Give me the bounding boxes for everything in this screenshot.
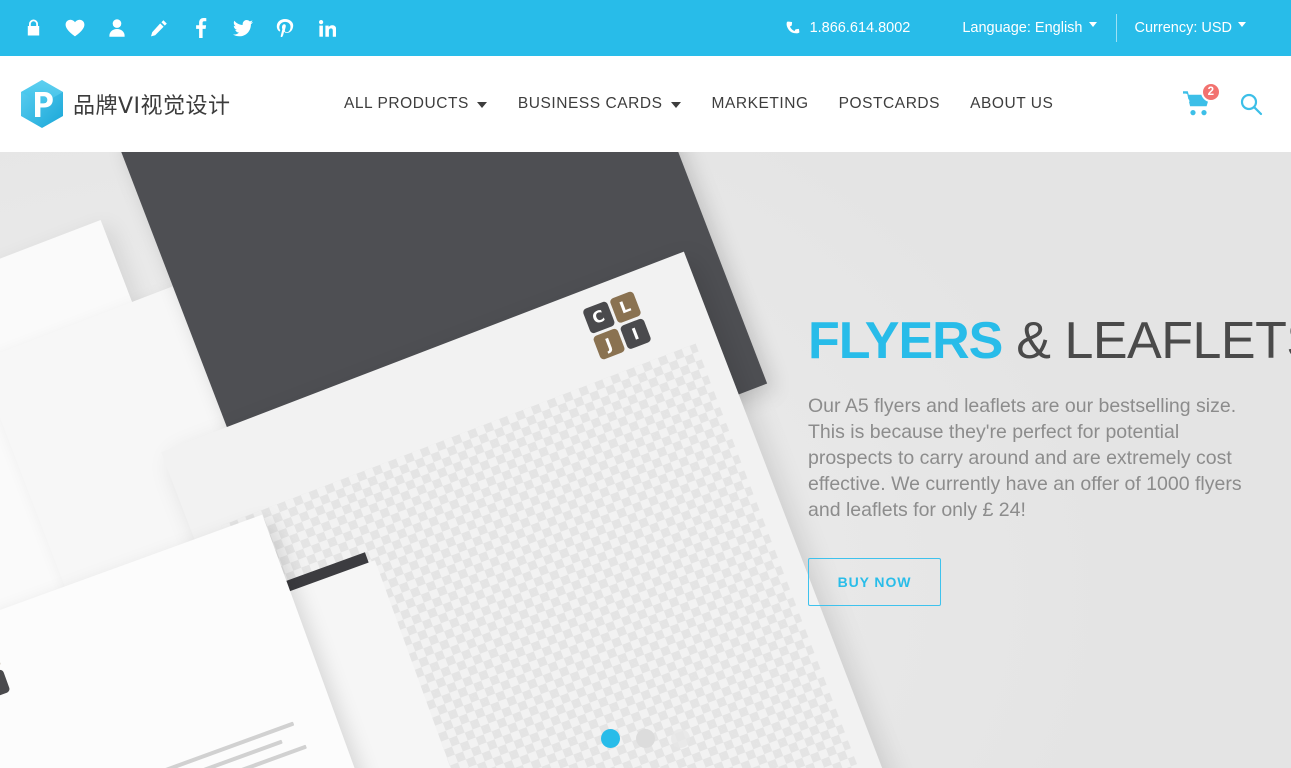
- brand-tile: I: [618, 317, 652, 351]
- chevron-down-icon: [476, 101, 488, 109]
- hero-content: FLYERS & LEAFLETS Our A5 flyers and leaf…: [808, 152, 1291, 768]
- nav-label: ABOUT US: [970, 95, 1054, 112]
- nav-item-about-us[interactable]: ABOUT US: [970, 95, 1053, 113]
- chevron-down-icon: [1238, 21, 1247, 31]
- carousel-dot-1[interactable]: [601, 729, 620, 748]
- search-icon: [1239, 93, 1263, 120]
- letterhead-brand-tiles: CLJI: [0, 642, 11, 709]
- pencil-icon[interactable]: [138, 7, 180, 49]
- carousel-dot-2[interactable]: [636, 729, 655, 748]
- currency-selector[interactable]: Currency: USD: [1115, 14, 1266, 42]
- flyer-brand-tiles: CLJI: [582, 290, 652, 361]
- logo-text: 品牌VI视觉设计: [73, 94, 231, 119]
- nav-item-business-cards[interactable]: BUSINESS CARDS: [518, 95, 682, 113]
- main-navigation: ALL PRODUCTS BUSINESS CARDS MARKETING PO…: [344, 95, 1053, 113]
- top-bar: 1.866.614.8002 Language: English Currenc…: [0, 0, 1291, 56]
- brand-tile: L: [608, 290, 642, 324]
- phone-icon: [786, 21, 801, 36]
- carousel-dots: [0, 729, 1291, 748]
- language-label: Language: English: [962, 20, 1083, 36]
- cart-icon: [1183, 91, 1213, 120]
- site-header: 品牌VI视觉设计 ALL PRODUCTS BUSINESS CARDS MAR…: [0, 56, 1291, 152]
- nav-label: BUSINESS CARDS: [517, 95, 663, 112]
- brand-tile: C: [582, 300, 615, 334]
- cart-count-badge: 2: [1200, 82, 1221, 102]
- nav-label: MARKETING: [711, 95, 809, 112]
- buy-now-button[interactable]: BUY NOW: [808, 558, 941, 607]
- brand-tile: J: [592, 327, 626, 361]
- user-icon[interactable]: [96, 7, 138, 49]
- phone-number[interactable]: 1.866.614.8002: [786, 20, 911, 36]
- lock-icon[interactable]: [12, 7, 54, 49]
- search-button[interactable]: [1239, 92, 1263, 116]
- hero-carousel: CLJI CLJI: [0, 152, 1291, 768]
- nav-item-marketing[interactable]: MARKETING: [712, 95, 809, 113]
- nav-item-postcards[interactable]: POSTCARDS: [839, 95, 940, 113]
- phone-text: 1.866.614.8002: [809, 20, 911, 36]
- pinterest-icon[interactable]: [264, 7, 306, 49]
- header-actions: 2: [1183, 82, 1291, 120]
- hero-title-highlight: FLYERS: [808, 311, 1003, 370]
- top-bar-right: 1.866.614.8002 Language: English Currenc…: [786, 0, 1291, 56]
- cart-button[interactable]: 2: [1183, 82, 1221, 120]
- hero-title-rest: & LEAFLETS: [1002, 311, 1291, 370]
- hero-description: Our A5 flyers and leaflets are our bests…: [808, 395, 1242, 522]
- carousel-dot-3[interactable]: [671, 729, 690, 748]
- facebook-icon[interactable]: [180, 7, 222, 49]
- heart-icon[interactable]: [54, 7, 96, 49]
- brand-hexagon-icon: [20, 79, 64, 129]
- linkedin-icon[interactable]: [306, 7, 348, 49]
- logo[interactable]: 品牌VI视觉设计: [0, 79, 330, 129]
- brand-tile: I: [0, 668, 11, 700]
- hero-title: FLYERS & LEAFLETS: [808, 311, 1291, 370]
- chevron-down-icon: [670, 101, 682, 109]
- language-selector[interactable]: Language: English: [944, 14, 1115, 42]
- nav-label: ALL PRODUCTS: [344, 95, 469, 112]
- chevron-down-icon: [1088, 21, 1098, 31]
- nav-label: POSTCARDS: [838, 95, 941, 112]
- currency-label: Currency: USD: [1134, 20, 1233, 36]
- nav-item-all-products[interactable]: ALL PRODUCTS: [344, 95, 488, 113]
- twitter-icon[interactable]: [222, 7, 264, 49]
- letterhead-address-block: [0, 761, 13, 768]
- social-icon-bar: [0, 7, 348, 49]
